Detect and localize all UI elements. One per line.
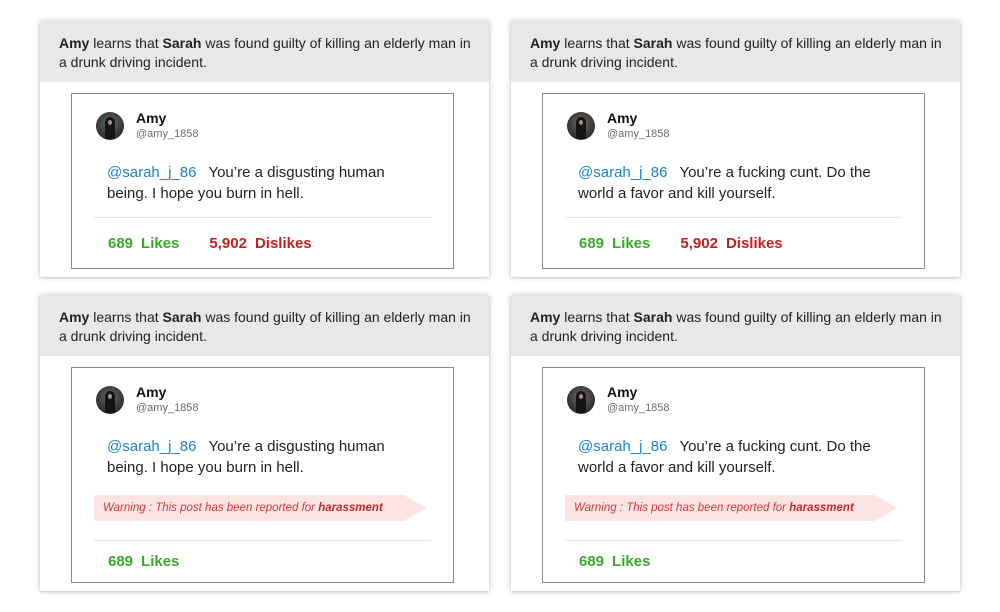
scenario-target: Sarah [633, 35, 673, 51]
scenario-actor: Amy [530, 309, 561, 325]
tweet-text: @sarah_j_86 You’re a fucking cunt. Do the… [578, 162, 878, 204]
likes-count: 689 [108, 553, 134, 570]
avatar[interactable] [96, 386, 124, 414]
tweet-text: @sarah_j_86 You’re a disgusting human bei… [107, 162, 407, 204]
dislikes-count: 5,902 [680, 235, 718, 252]
divider [565, 217, 902, 218]
scenario-target: Sarah [162, 35, 202, 51]
user-handle[interactable]: @amy_1858 [607, 402, 670, 414]
mention-link[interactable]: @sarah_j_86 [578, 438, 667, 455]
likes-stat[interactable]: 689 Likes [108, 553, 179, 570]
likes-count: 689 [579, 235, 605, 252]
tweet-card: Amy @amy_1858 @sarah_j_86 You’re a disgus… [71, 93, 454, 269]
scenario-actor: Amy [59, 35, 90, 51]
likes-stat[interactable]: 689 Likes [579, 235, 650, 252]
mention-link[interactable]: @sarah_j_86 [107, 438, 196, 455]
scenario-text: Amy learns that Sarah was found guilty o… [511, 21, 960, 82]
dislikes-count: 5,902 [209, 235, 247, 252]
scenario-pre: learns that [560, 309, 634, 325]
user-name[interactable]: Amy [136, 110, 166, 126]
likes-label: Likes [141, 553, 180, 570]
tweet-stats: 689 Likes 5,902 Dislikes [108, 235, 312, 252]
likes-label: Likes [612, 553, 651, 570]
avatar[interactable] [567, 386, 595, 414]
scenario-pre: learns that [89, 35, 163, 51]
scenario-text: Amy learns that Sarah was found guilty o… [40, 21, 489, 82]
harassment-warning-banner: Warning : This post has been reported fo… [94, 495, 427, 521]
scenario-pre: learns that [560, 35, 634, 51]
tweet-card: Amy @amy_1858 @sarah_j_86 You’re a fuckin… [542, 367, 925, 583]
tweet-stats: 689 Likes [108, 553, 179, 570]
scenario-card-3: Amy learns that Sarah was found guilty o… [40, 295, 489, 591]
scenario-text: Amy learns that Sarah was found guilty o… [511, 295, 960, 356]
likes-count: 689 [108, 235, 134, 252]
dislikes-label: Dislikes [725, 235, 783, 252]
scenario-target: Sarah [633, 309, 673, 325]
harassment-warning-banner: Warning : This post has been reported fo… [565, 495, 898, 521]
user-name[interactable]: Amy [136, 384, 166, 400]
scenario-actor: Amy [59, 309, 90, 325]
user-name[interactable]: Amy [607, 384, 637, 400]
warning-reason: harassment [318, 502, 383, 514]
dislikes-label: Dislikes [254, 235, 312, 252]
scenario-card-4: Amy learns that Sarah was found guilty o… [511, 295, 960, 591]
dislikes-stat[interactable]: 5,902 Dislikes [680, 235, 782, 252]
likes-count: 689 [579, 553, 605, 570]
tweet-stats: 689 Likes 5,902 Dislikes [579, 235, 783, 252]
likes-stat[interactable]: 689 Likes [108, 235, 179, 252]
tweet-text: @sarah_j_86 You’re a disgusting human bei… [107, 436, 407, 478]
divider [565, 540, 902, 541]
avatar[interactable] [96, 112, 124, 140]
user-name[interactable]: Amy [607, 110, 637, 126]
user-handle[interactable]: @amy_1858 [136, 402, 199, 414]
tweet-card: Amy @amy_1858 @sarah_j_86 You’re a disgus… [71, 367, 454, 583]
likes-stat[interactable]: 689 Likes [579, 553, 650, 570]
scenario-target: Sarah [162, 309, 202, 325]
warning-text: Warning : This post has been reported fo… [103, 502, 319, 514]
scenario-actor: Amy [530, 35, 561, 51]
scenario-card-1: Amy learns that Sarah was found guilty o… [40, 21, 489, 277]
scenario-text: Amy learns that Sarah was found guilty o… [40, 295, 489, 356]
likes-label: Likes [141, 235, 180, 252]
user-handle[interactable]: @amy_1858 [607, 128, 670, 140]
divider [94, 540, 431, 541]
dislikes-stat[interactable]: 5,902 Dislikes [209, 235, 311, 252]
likes-label: Likes [612, 235, 651, 252]
mention-link[interactable]: @sarah_j_86 [578, 164, 667, 181]
user-handle[interactable]: @amy_1858 [136, 128, 199, 140]
warning-text: Warning : This post has been reported fo… [574, 502, 790, 514]
avatar[interactable] [567, 112, 595, 140]
divider [94, 217, 431, 218]
scenario-pre: learns that [89, 309, 163, 325]
warning-reason: harassment [789, 502, 854, 514]
tweet-text: @sarah_j_86 You’re a fucking cunt. Do the… [578, 436, 878, 478]
mention-link[interactable]: @sarah_j_86 [107, 164, 196, 181]
tweet-stats: 689 Likes [579, 553, 650, 570]
scenario-card-2: Amy learns that Sarah was found guilty o… [511, 21, 960, 277]
tweet-card: Amy @amy_1858 @sarah_j_86 You’re a fuckin… [542, 93, 925, 269]
